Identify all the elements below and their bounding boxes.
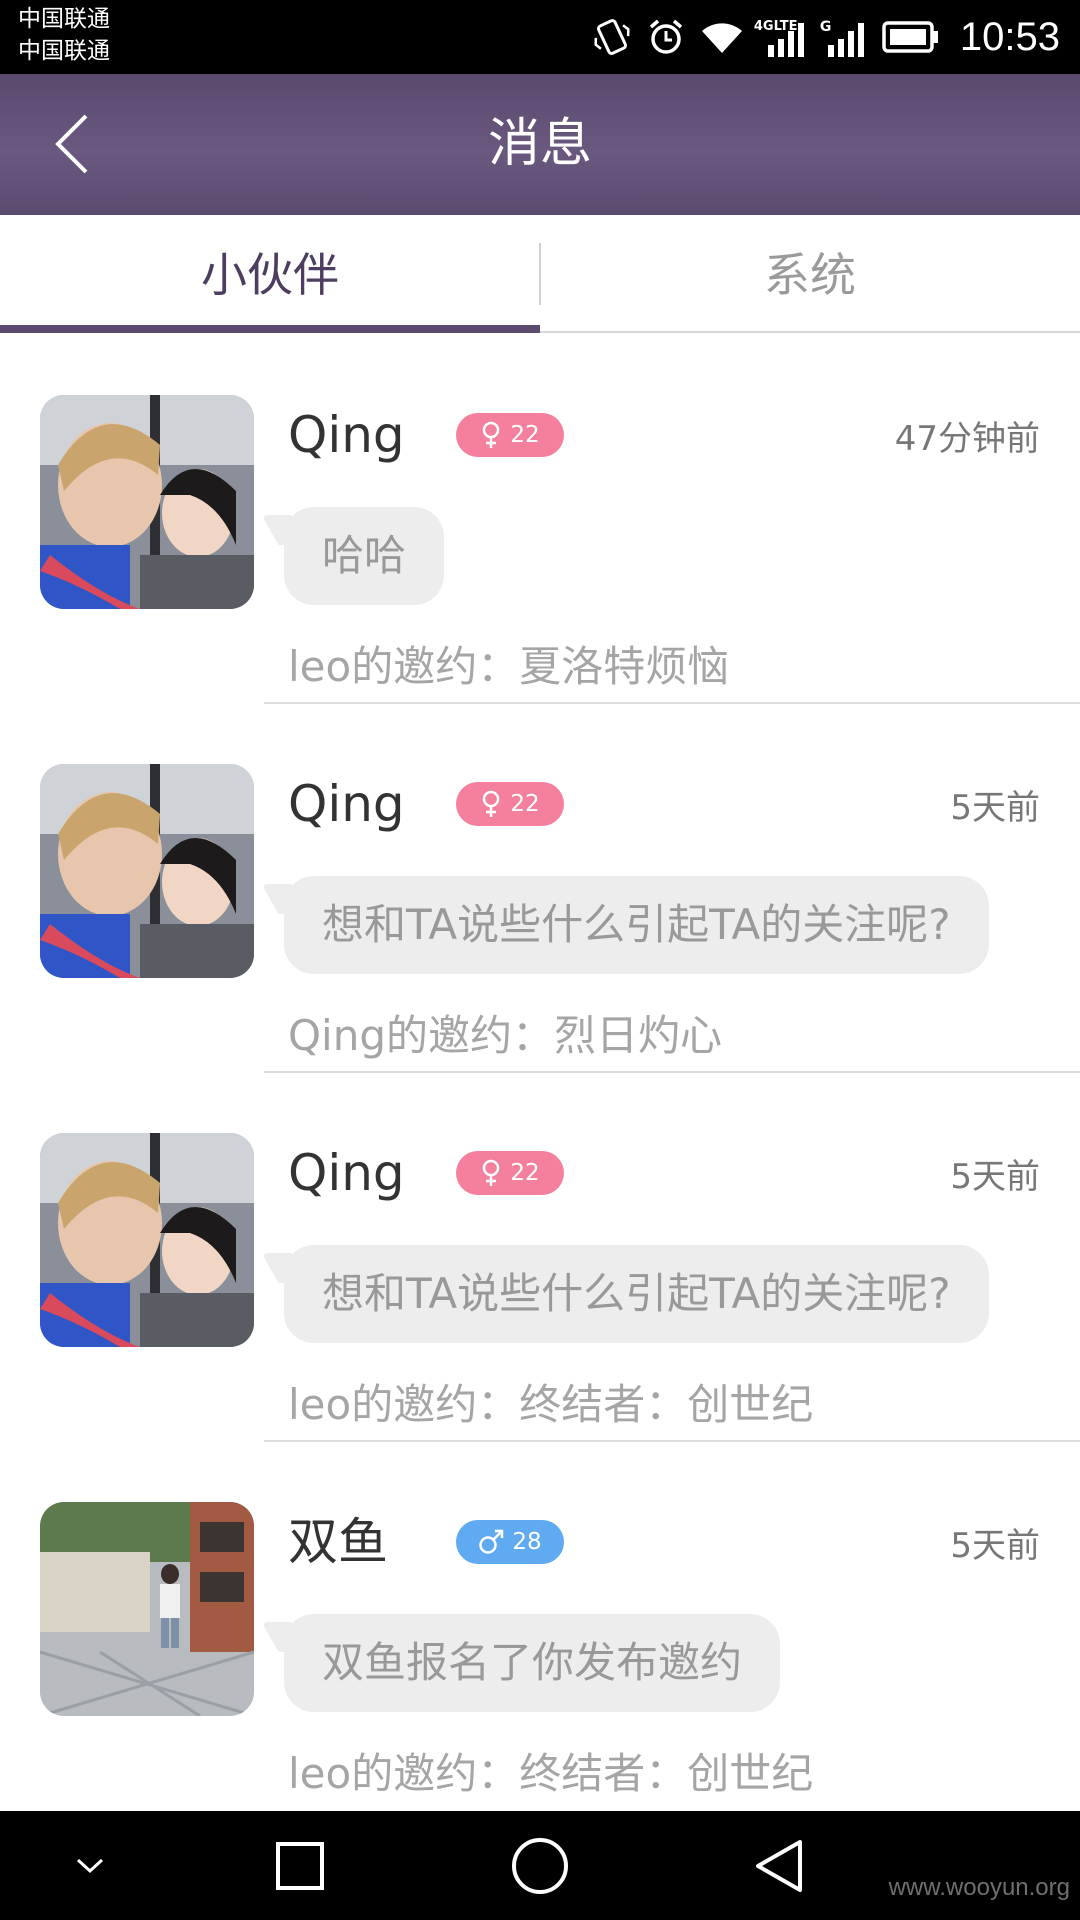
triangle-back-icon <box>756 1839 802 1892</box>
alarm-icon <box>646 17 686 57</box>
timestamp: 47分钟前 <box>894 419 1040 459</box>
battery-icon <box>882 20 940 54</box>
user-name: 双鱼 <box>288 1513 388 1571</box>
age-label: 22 <box>510 791 540 817</box>
tab-bar: 小伙伴 系统 <box>0 215 1080 333</box>
female-icon <box>483 1159 500 1186</box>
invite-text: leo的邀约：终结者：创世纪 <box>288 1749 814 1798</box>
vibrate-icon <box>592 17 632 57</box>
user-name: Qing <box>288 775 405 833</box>
message-bubble: 想和TA说些什么引起TA的关注呢? <box>284 876 989 974</box>
circle-icon <box>512 1837 568 1894</box>
avatar[interactable] <box>40 395 254 609</box>
message-bubble: 哈哈 <box>284 507 445 605</box>
signal-4g-icon: 4GLTE <box>754 15 808 59</box>
status-bar: 中国联通 中国联通 4GLTE G 10:53 <box>0 0 1080 74</box>
signal-g-icon: G <box>819 15 868 59</box>
net-4g-label: 4GLTE <box>753 19 798 34</box>
gender-age-badge: 22 <box>456 1151 564 1195</box>
message-bubble: 想和TA说些什么引起TA的关注呢? <box>284 1245 989 1343</box>
active-tab-indicator <box>0 325 540 333</box>
age-label: 28 <box>512 1529 542 1555</box>
tab-system[interactable]: 系统 <box>540 215 1080 331</box>
timestamp: 5天前 <box>950 788 1040 828</box>
carrier-label-1: 中国联通 <box>18 6 110 32</box>
avatar[interactable] <box>40 764 254 978</box>
tab-partners[interactable]: 小伙伴 <box>0 215 540 331</box>
watermark: www.wooyun.org <box>888 1874 1070 1901</box>
female-icon <box>483 790 500 817</box>
carrier-label-2: 中国联通 <box>18 38 110 64</box>
hide-nav-button[interactable] <box>30 1811 150 1920</box>
gender-age-badge: 22 <box>456 782 564 826</box>
avatar[interactable] <box>40 1502 254 1716</box>
invite-text: Qing的邀约：烈日灼心 <box>288 1011 723 1060</box>
message-list: Qing 22 47分钟前 哈哈 leo的邀约：夏洛特烦恼 Qing 22 5天… <box>0 335 1080 1811</box>
list-item[interactable]: Qing 22 47分钟前 哈哈 leo的邀约：夏洛特烦恼 <box>0 335 1080 704</box>
navigation-bar: www.wooyun.org <box>0 1811 1080 1920</box>
square-icon <box>276 1841 324 1890</box>
female-icon <box>483 421 500 448</box>
user-name: Qing <box>288 406 405 464</box>
recent-apps-button[interactable] <box>240 1811 360 1920</box>
avatar[interactable] <box>40 1133 254 1347</box>
timestamp: 5天前 <box>950 1157 1040 1197</box>
list-item[interactable]: Qing 22 5天前 想和TA说些什么引起TA的关注呢? Qing的邀约：烈日… <box>0 704 1080 1073</box>
chevron-down-icon <box>76 1858 104 1873</box>
page-title: 消息 <box>487 114 592 174</box>
invite-text: leo的邀约：夏洛特烦恼 <box>288 642 730 691</box>
age-label: 22 <box>510 1160 540 1186</box>
status-icons: 4GLTE G 10:53 <box>592 0 1060 74</box>
wifi-icon <box>700 17 744 57</box>
age-label: 22 <box>510 422 540 448</box>
net-g-label: G <box>819 19 832 35</box>
message-bubble: 双鱼报名了你发布邀约 <box>284 1614 781 1712</box>
user-name: Qing <box>288 1144 405 1202</box>
gender-age-badge: 28 <box>456 1520 564 1564</box>
male-icon <box>479 1529 504 1554</box>
gender-age-badge: 22 <box>456 413 564 457</box>
app-header: 消息 <box>0 74 1080 215</box>
list-item[interactable]: Qing 22 5天前 想和TA说些什么引起TA的关注呢? leo的邀约：终结者… <box>0 1073 1080 1442</box>
back-nav-button[interactable] <box>720 1811 840 1920</box>
clock: 10:53 <box>959 14 1060 59</box>
home-button[interactable] <box>480 1811 600 1920</box>
invite-text: leo的邀约：终结者：创世纪 <box>288 1380 814 1429</box>
timestamp: 5天前 <box>950 1526 1040 1566</box>
list-item[interactable]: 双鱼 28 5天前 双鱼报名了你发布邀约 leo的邀约：终结者：创世纪 <box>0 1442 1080 1811</box>
